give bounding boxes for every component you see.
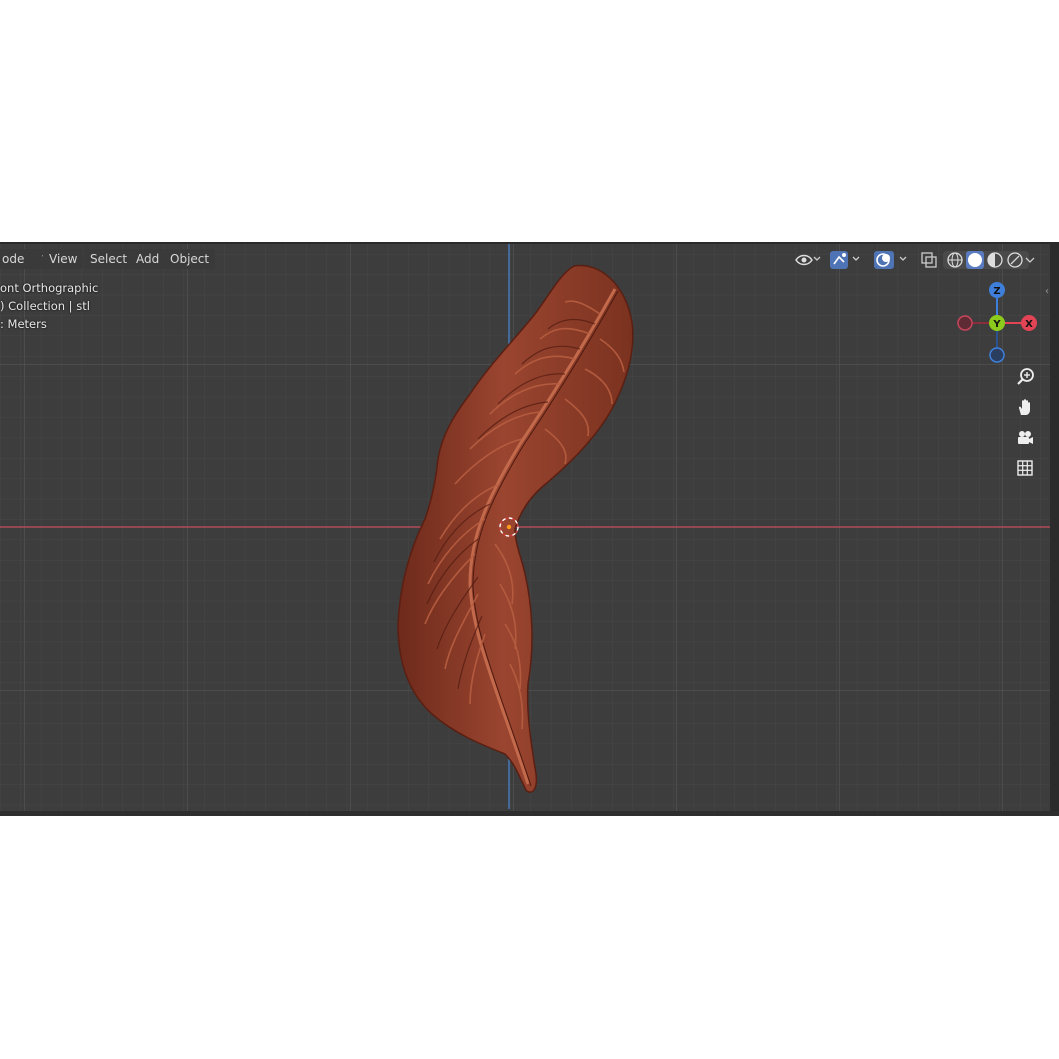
gizmo-neg-x [957, 315, 973, 331]
xray-icon[interactable] [919, 251, 939, 269]
view-name: ont Orthographic [0, 281, 99, 295]
shading-options-chevron-icon[interactable] [1024, 251, 1036, 269]
visibility-icon[interactable] [794, 251, 822, 269]
gizmo-y-label: Y [992, 319, 1001, 330]
wireframe-shading-icon [947, 252, 963, 268]
overlay-icon[interactable] [873, 251, 913, 269]
zoom-icon[interactable] [1014, 366, 1036, 388]
navigation-gizmo[interactable]: Z X Y [950, 278, 1046, 364]
viewport-grid [0, 244, 1059, 815]
units-info: : Meters [0, 317, 47, 331]
menu-object[interactable]: Object [164, 249, 216, 269]
sidebar-toggle-icon[interactable]: ‹ [1045, 286, 1049, 297]
mode-label: ode [2, 252, 25, 266]
3d-viewport[interactable]: ode ▼ View Select Add Object [0, 242, 1059, 815]
collection-info: ) Collection | stl [0, 299, 90, 313]
material-shading-icon [987, 252, 1003, 268]
grid-view-icon[interactable] [1014, 457, 1036, 479]
rendered-shading-icon [1007, 252, 1023, 268]
gizmo-neg-z [989, 347, 1005, 363]
timeline-edge [0, 811, 1059, 816]
viewport-header: ode ▼ View Select Add Object [0, 249, 1059, 271]
shading-modes [943, 251, 1029, 269]
gizmo-toggle-icon[interactable] [829, 251, 863, 269]
sidebar-edge[interactable] [1050, 244, 1059, 815]
gizmo-x-label: X [1025, 319, 1033, 330]
menu-view[interactable]: View [43, 249, 84, 269]
menu-select[interactable]: Select [84, 249, 134, 269]
pan-hand-icon[interactable] [1014, 396, 1036, 418]
gizmo-z-label: Z [993, 286, 1000, 297]
camera-icon[interactable] [1014, 427, 1036, 449]
solid-shading-icon [968, 253, 982, 267]
menu-add[interactable]: Add [130, 249, 166, 269]
